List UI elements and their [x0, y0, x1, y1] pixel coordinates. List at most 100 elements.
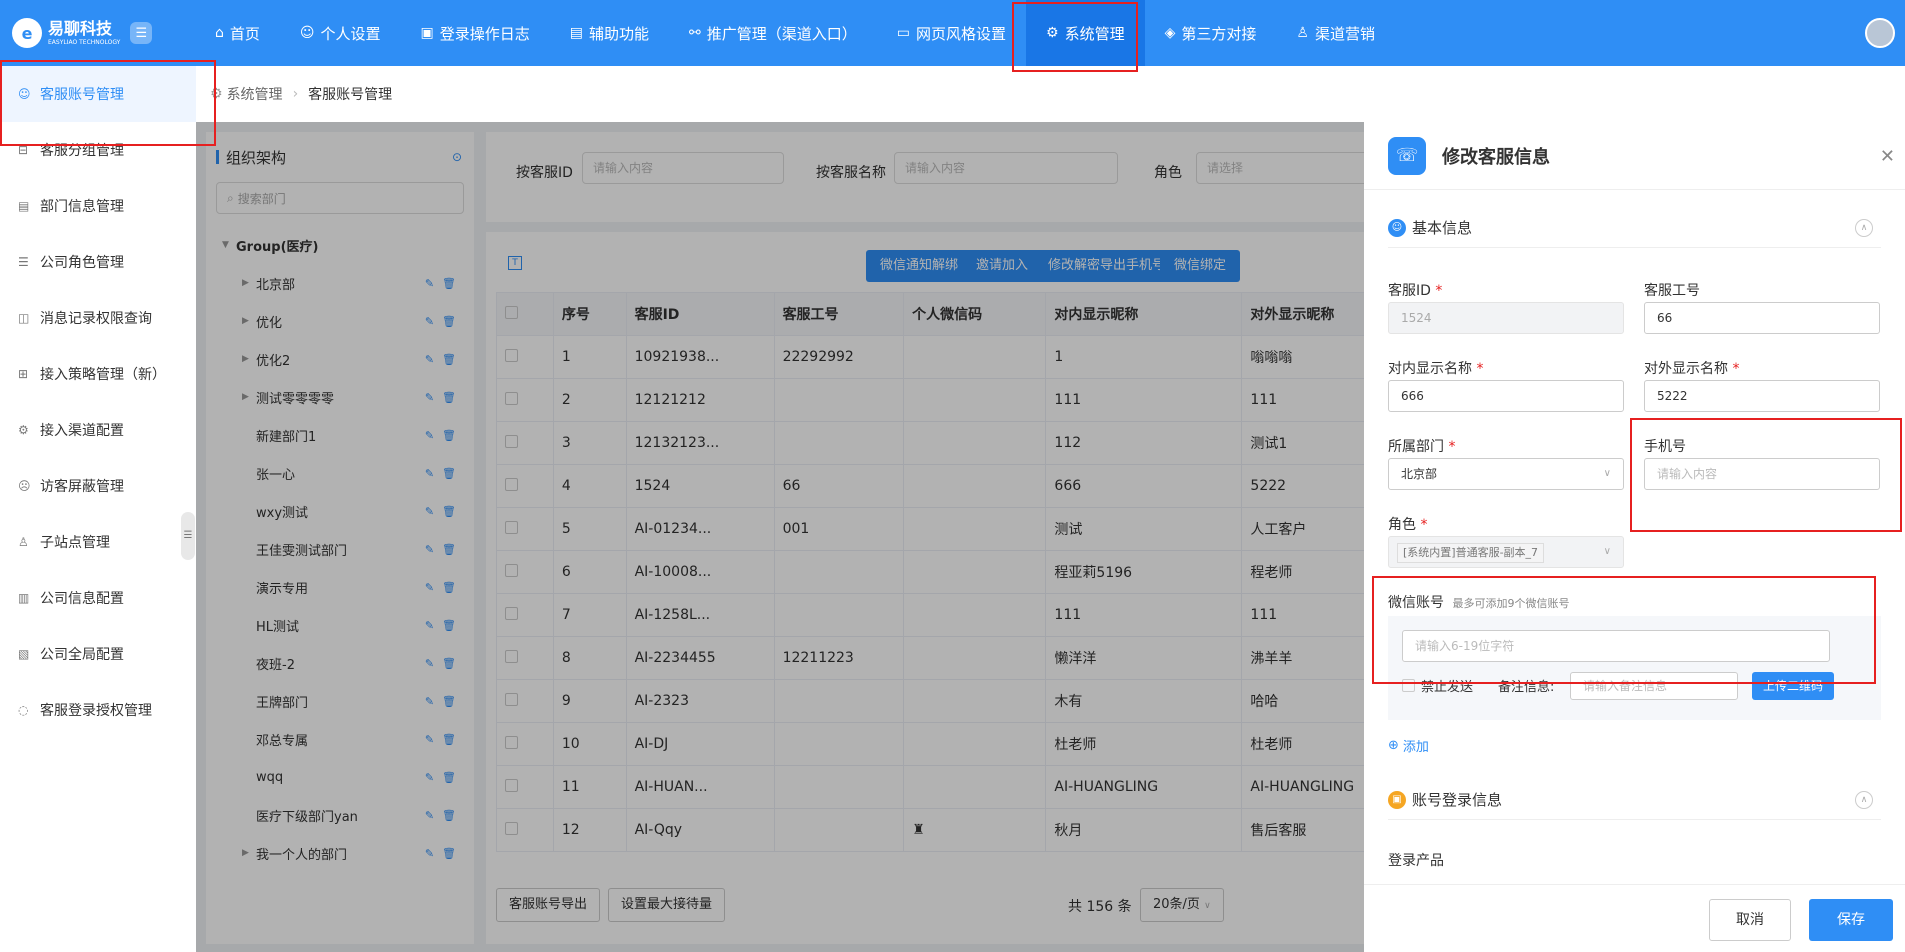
- sidebar-collapse-handle[interactable]: ☰: [181, 512, 195, 560]
- sidebar-item-6[interactable]: ⊞ 接入策略管理（新）: [0, 346, 196, 402]
- nav-item-label: 渠道营销: [1314, 24, 1375, 43]
- dept-icon: ▤: [18, 199, 30, 213]
- outer-name-field[interactable]: 5222: [1644, 380, 1880, 412]
- chevron-down-icon: ∨: [1603, 468, 1611, 479]
- brand-sub: EASYLIAO TECHNOLOGY: [48, 38, 121, 46]
- home-icon: ⌂: [215, 25, 224, 41]
- sidebar-item-label: 接入策略管理（新）: [40, 367, 166, 383]
- sidebar-item-label: 访客屏蔽管理: [40, 479, 124, 495]
- nav-item-label: 辅助功能: [589, 24, 650, 43]
- window-icon: ▭: [896, 25, 911, 41]
- close-icon[interactable]: ✕: [1880, 146, 1895, 167]
- role-label: 角色 *: [1388, 517, 1428, 533]
- logo-mark-icon: e: [12, 18, 42, 48]
- sidebar-item-label: 部门信息管理: [40, 199, 124, 215]
- plus-circle-icon: ⊕: [1388, 738, 1399, 753]
- annotation-box: [0, 60, 216, 146]
- sidebar-item-8[interactable]: ☹ 访客屏蔽管理: [0, 458, 196, 514]
- id-field: 1524: [1388, 302, 1624, 334]
- sidebar-item-label: 消息记录权限查询: [40, 311, 152, 327]
- nav-item-label: 首页: [229, 24, 260, 43]
- inner-name-label: 对内显示名称 *: [1388, 361, 1484, 377]
- nav-item-label: 第三方对接: [1181, 24, 1257, 43]
- strategy-icon: ⊞: [18, 367, 29, 381]
- drawer-overlay[interactable]: [196, 122, 1364, 952]
- nav-item-label: 推广管理（渠道入口）: [706, 24, 857, 43]
- nav-item-label: 网页风格设置: [916, 24, 1007, 43]
- person-icon: ♙: [1296, 25, 1309, 41]
- nav-item-4[interactable]: ▤ 辅助功能: [550, 0, 669, 66]
- nav-item-9[interactable]: ♙ 渠道营销: [1276, 0, 1395, 66]
- sidebar-item-11[interactable]: ▧ 公司全局配置: [0, 626, 196, 682]
- nav-item-1[interactable]: ⌂ 首页: [195, 0, 280, 66]
- collapse-up-icon[interactable]: ∧: [1855, 790, 1873, 809]
- nav-item-8[interactable]: ◈ 第三方对接: [1145, 0, 1277, 66]
- save-button[interactable]: 保存: [1809, 899, 1893, 941]
- sidebar-item-label: 子站点管理: [40, 535, 110, 551]
- no-field[interactable]: 66: [1644, 302, 1880, 334]
- sidebar-item-12[interactable]: ◌ 客服登录授权管理: [0, 682, 196, 738]
- sidebar-item-7[interactable]: ⚙ 接入渠道配置: [0, 402, 196, 458]
- sidebar-item-label: 客服登录授权管理: [40, 703, 152, 719]
- message-icon: ◫: [18, 311, 30, 325]
- sidebar-item-5[interactable]: ◫ 消息记录权限查询: [0, 290, 196, 346]
- chevron-down-icon: ∨: [1603, 546, 1611, 557]
- account-icon: ▣: [1388, 790, 1406, 809]
- sidebar: ☺ 客服账号管理 ⊟ 客服分组管理 ▤ 部门信息管理 ☰ 公司角色管理 ◫ 消息记录权限查询 ⊞ 接入…: [0, 66, 196, 952]
- no-label: 客服工号: [1644, 283, 1700, 299]
- annotation-box: [1012, 2, 1138, 72]
- user-icon: ☺: [1388, 218, 1406, 237]
- company-icon: ▥: [18, 591, 30, 605]
- id-label: 客服ID *: [1388, 283, 1443, 299]
- role-tag: [系统内置]普通客服-副本_7: [1397, 542, 1545, 563]
- drawer-header: ☏ 修改客服信息 ✕: [1364, 122, 1905, 190]
- user-avatar[interactable]: [1865, 18, 1895, 48]
- sidebar-item-label: 公司全局配置: [40, 647, 124, 663]
- edit-agent-drawer: ☏ 修改客服信息 ✕ ☺ 基本信息 ∧ 客服ID * 1524 客服工号 66 …: [1364, 122, 1905, 952]
- nav-item-label: 登录操作日志: [439, 24, 530, 43]
- channel-icon: ⚙: [18, 423, 29, 437]
- chevron-right-icon: ›: [292, 86, 299, 102]
- main-nav: ⌂ 首页 ☺ 个人设置 ▣ 登录操作日志 ▤ 辅助功能 ⚯ 推广管理（渠道入口） ▭ 网页风格设置 ⚙ 系…: [195, 0, 1395, 66]
- user-icon: ☺: [299, 25, 315, 41]
- log-icon: ▣: [420, 25, 434, 41]
- top-navbar: e 易聊科技 EASYLIAO TECHNOLOGY ☰ ⌂ 首页 ☺ 个人设置 ▣ 登录…: [0, 0, 1905, 66]
- cancel-button[interactable]: 取消: [1709, 899, 1791, 941]
- annotation-box: [1630, 418, 1902, 532]
- role-select: [系统内置]普通客服-副本_7 ∨: [1388, 536, 1624, 568]
- nav-item-6[interactable]: ▭ 网页风格设置: [877, 0, 1026, 66]
- sidebar-item-10[interactable]: ▥ 公司信息配置: [0, 570, 196, 626]
- nav-item-5[interactable]: ⚯ 推广管理（渠道入口）: [669, 0, 877, 66]
- breadcrumb-current: 客服账号管理: [308, 87, 393, 103]
- nav-item-2[interactable]: ☺ 个人设置: [280, 0, 401, 66]
- block-icon: ☹: [18, 479, 31, 493]
- section-basic-info: ☺ 基本信息 ∧: [1388, 208, 1881, 248]
- headset-icon: ☏: [1388, 136, 1426, 175]
- box-icon: ▤: [569, 25, 584, 41]
- sidebar-item-3[interactable]: ▤ 部门信息管理: [0, 178, 196, 234]
- cube-icon: ◈: [1164, 25, 1176, 41]
- sidebar-item-label: 公司角色管理: [40, 255, 124, 271]
- sidebar-item-label: 接入渠道配置: [40, 423, 124, 439]
- dept-label: 所属部门 *: [1388, 439, 1456, 455]
- menu-toggle-icon[interactable]: ☰: [130, 22, 153, 44]
- collapse-up-icon[interactable]: ∧: [1855, 218, 1873, 237]
- sidebar-item-label: 公司信息配置: [40, 591, 124, 607]
- sidebar-item-9[interactable]: ♙ 子站点管理: [0, 514, 196, 570]
- auth-icon: ◌: [18, 703, 29, 717]
- role-icon: ☰: [18, 255, 29, 269]
- add-wx-button[interactable]: ⊕ 添加: [1388, 736, 1429, 755]
- dept-select[interactable]: 北京部 ∨: [1388, 458, 1624, 490]
- brand-name: 易聊科技: [48, 18, 113, 38]
- annotation-box: [1372, 576, 1876, 684]
- breadcrumb-parent[interactable]: 系统管理: [227, 84, 283, 104]
- breadcrumb: ⚙ 系统管理 › 客服账号管理: [196, 66, 1905, 122]
- section-login-info: ▣ 账号登录信息 ∧: [1388, 780, 1881, 820]
- link-icon: ⚯: [689, 25, 701, 41]
- sidebar-item-4[interactable]: ☰ 公司角色管理: [0, 234, 196, 290]
- brand-logo[interactable]: e 易聊科技 EASYLIAO TECHNOLOGY ☰: [0, 18, 195, 48]
- nav-item-3[interactable]: ▣ 登录操作日志: [401, 0, 550, 66]
- outer-name-label: 对外显示名称 *: [1644, 361, 1740, 377]
- inner-name-field[interactable]: 666: [1388, 380, 1624, 412]
- global-icon: ▧: [18, 647, 30, 661]
